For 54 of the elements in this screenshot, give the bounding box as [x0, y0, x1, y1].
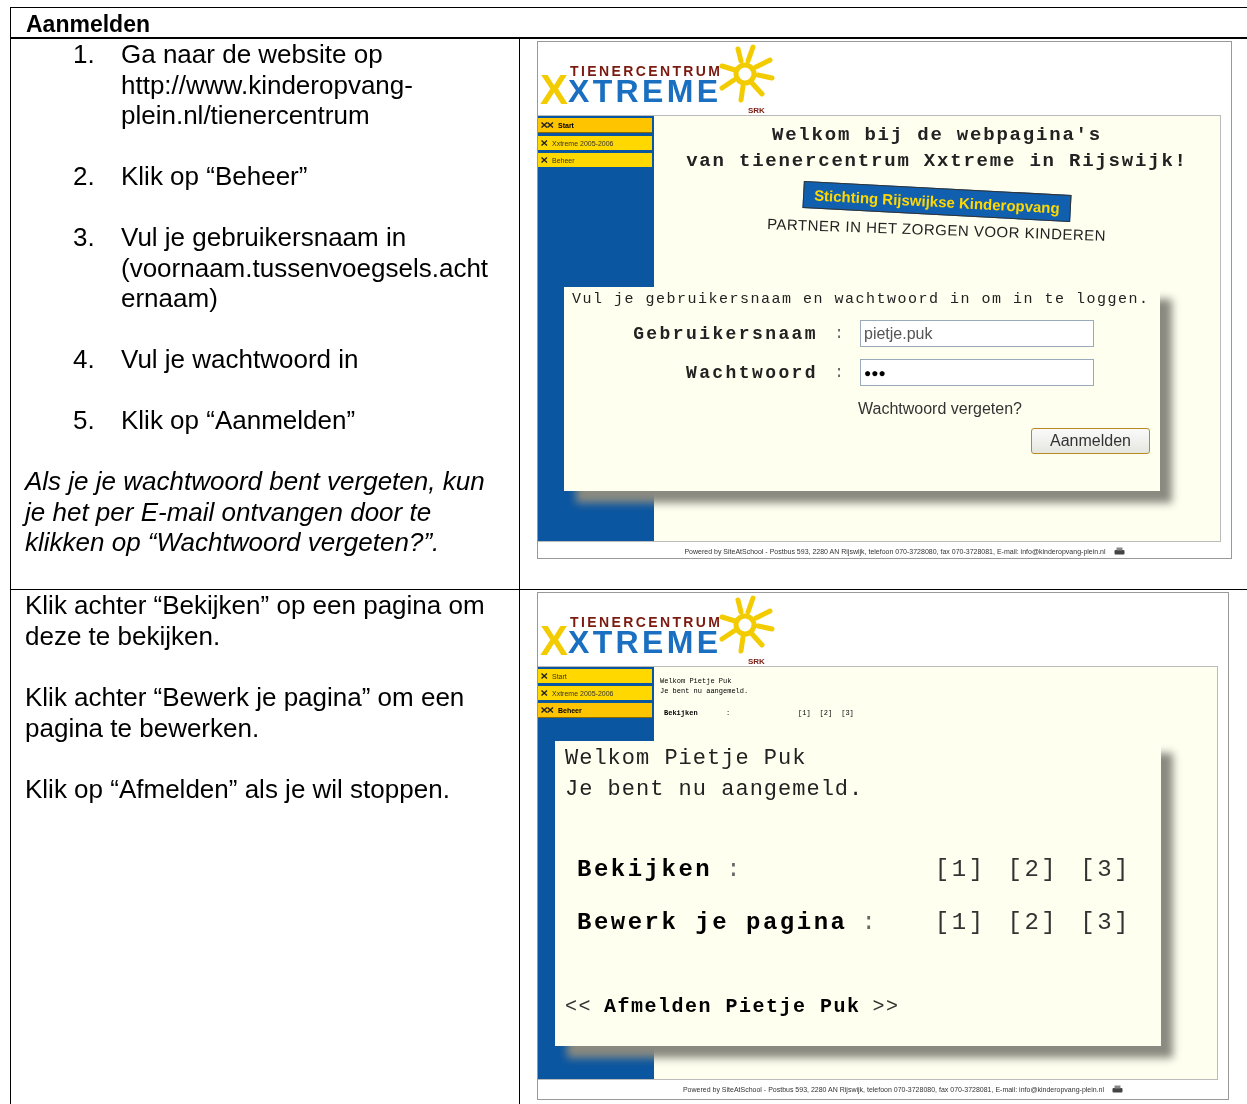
step-number: 3.: [72, 222, 96, 254]
step-number: 4.: [72, 344, 96, 375]
printer-icon[interactable]: [1113, 547, 1125, 555]
step-number: 2.: [72, 161, 96, 192]
instruction-text: Klik achter “Bewerk je pagina” om een pagina te bewerken.: [25, 682, 466, 743]
step-text: Klik op “Beheer”: [121, 161, 309, 192]
logo-small-text: SRK: [748, 657, 765, 666]
step-number: 1.: [72, 39, 96, 71]
forgot-password-link[interactable]: Wachtwoord vergeten?: [858, 400, 1022, 417]
colon-text: :: [833, 363, 845, 382]
arrows-text: >>: [872, 995, 900, 1018]
row-label: Bewerk je pagina: [577, 909, 848, 936]
printer-icon[interactable]: [1112, 1085, 1124, 1093]
login-button[interactable]: Aanmelden: [1031, 428, 1150, 454]
instruction-text: Klik op “Afmelden” als je wil stoppen.: [25, 774, 451, 805]
field-label: Gebruikersnaam: [632, 323, 818, 344]
table-heading: Aanmelden: [11, 8, 1247, 39]
sun-icon: [719, 44, 775, 103]
cross-icon: [541, 690, 548, 696]
row-label: Bekijken: [577, 856, 713, 883]
logo-initial: X: [540, 66, 568, 113]
login-instruction: Vul je gebruikersnaam en wachtwoord in om in te loggen.: [572, 291, 1151, 308]
page-link[interactable]: [1]: [934, 856, 986, 883]
colon-text: :: [833, 324, 845, 343]
step-text: Vul je gebruikersnaam in (voornaam.tussenvoegsels.achternaam): [121, 222, 490, 314]
colon-text: :: [726, 856, 744, 883]
step-text: Vul je wachtwoord in: [121, 344, 360, 375]
page-link[interactable]: [1]: [934, 909, 986, 936]
sun-icon: [719, 595, 775, 654]
logout-link[interactable]: Afmelden Pietje Puk: [604, 995, 861, 1018]
cross-icon: [541, 140, 548, 146]
step-text: Klik op “Aanmelden”: [121, 405, 357, 436]
logo-initial: X: [540, 617, 568, 664]
step-text: Ga naar de website op http://www.kinderopvang-plein.nl/tienercentrum: [121, 39, 414, 131]
welcome-text: Je bent nu aangemeld.: [565, 776, 865, 804]
welcome-text: Welkom Pietje Puk: [565, 745, 808, 773]
cross-icon: [541, 122, 554, 128]
arrows-text: <<: [565, 995, 592, 1018]
cross-icon: [541, 673, 548, 679]
logo-small-text: SRK: [748, 106, 765, 115]
page-link[interactable]: [3]: [1080, 856, 1131, 883]
input-field[interactable]: ●●●: [860, 359, 1094, 386]
instruction-text: Klik achter “Bekijken” op een pagina om deze te bekijken.: [25, 590, 486, 651]
page-link[interactable]: [2]: [1007, 856, 1059, 883]
page-link[interactable]: [3]: [1080, 909, 1131, 936]
cross-icon: [541, 157, 548, 163]
welcome-text: Welkom bij de webpagina's: [770, 123, 1103, 148]
page-link[interactable]: [2]: [1007, 909, 1059, 936]
field-label: Wachtwoord: [684, 362, 818, 383]
welcome-text: van tienercentrum Xxtreme in Rijswijk!: [685, 149, 1189, 174]
cross-icon: [541, 707, 554, 713]
step-number: 5.: [72, 405, 96, 436]
colon-text: :: [861, 909, 879, 936]
input-field[interactable]: pietje.puk: [860, 320, 1094, 347]
